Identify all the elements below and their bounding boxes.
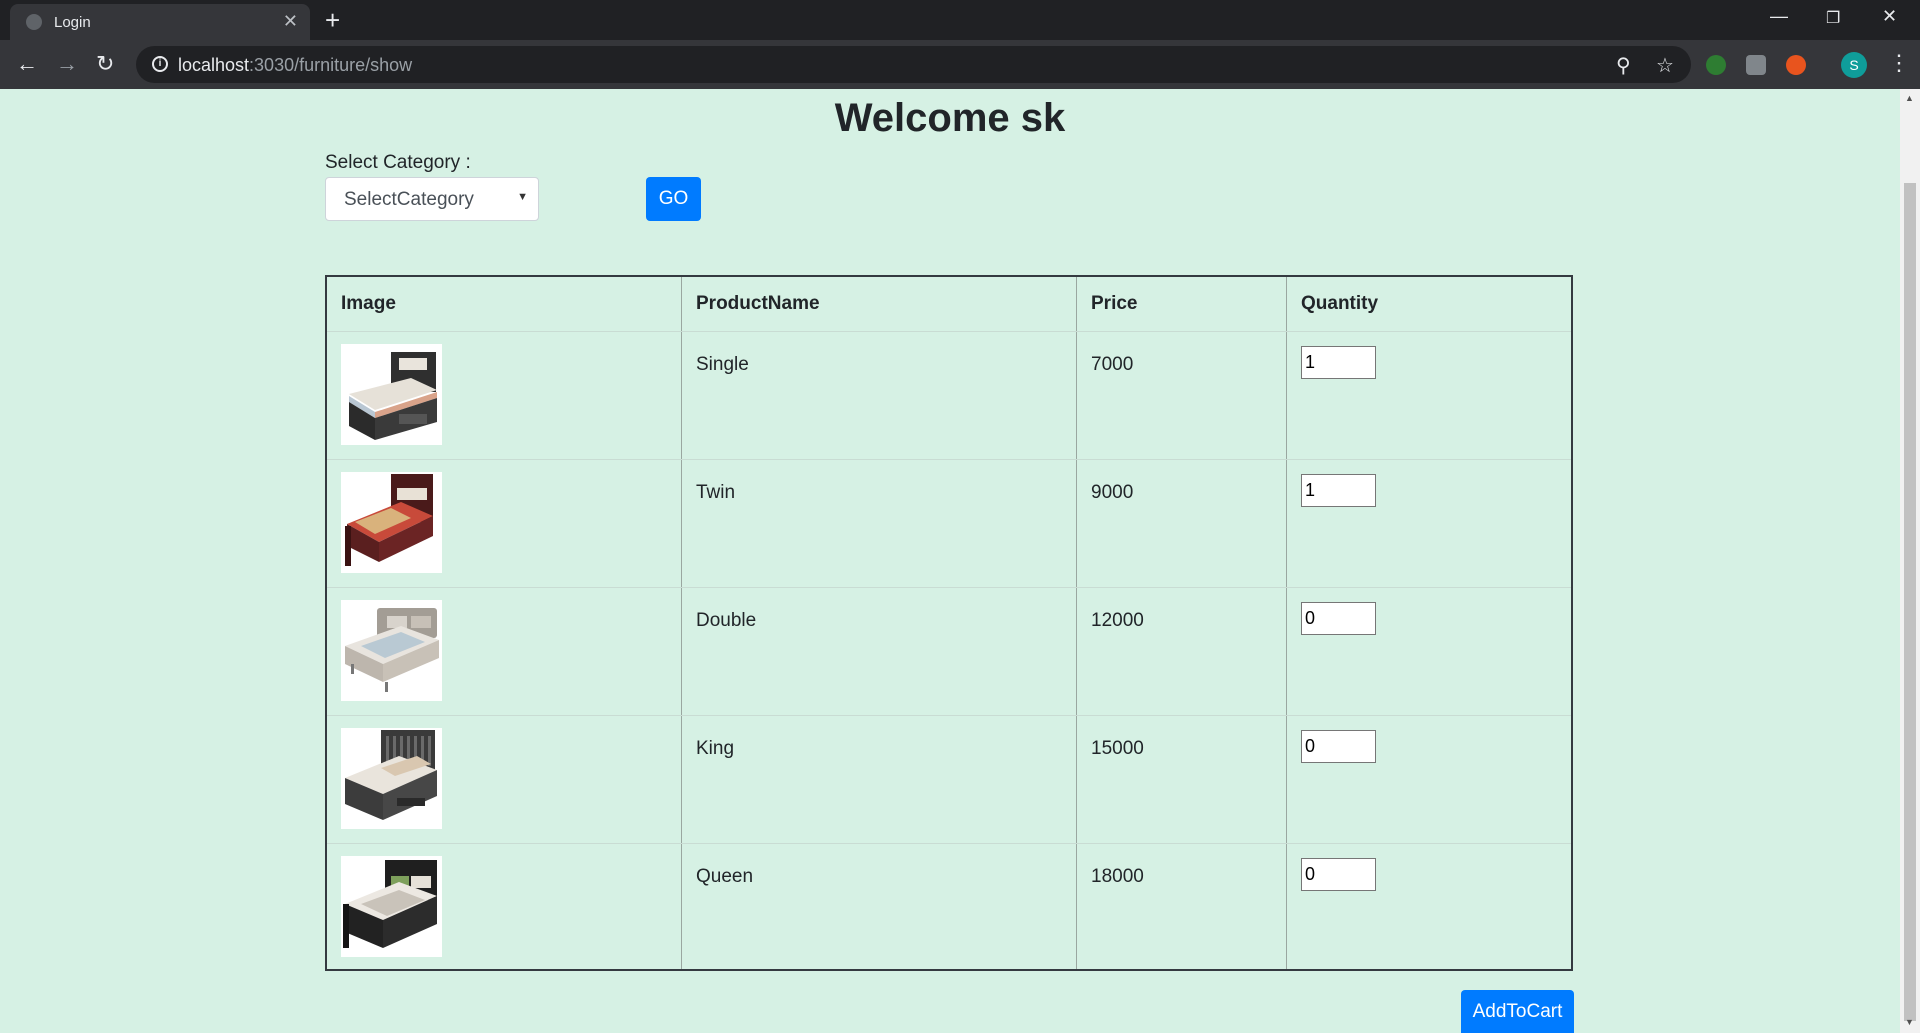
scroll-up-icon[interactable]: ▲: [1905, 93, 1914, 103]
shield-extension-icon[interactable]: [1706, 55, 1726, 75]
product-name: Twin: [696, 482, 736, 503]
dropdown-caret-icon: ▼: [517, 191, 528, 203]
table-row: Double 12000: [327, 587, 1571, 715]
scroll-thumb[interactable]: [1904, 183, 1916, 1021]
category-label: Select Category :: [325, 152, 471, 173]
close-window-icon[interactable]: ✕: [1882, 6, 1897, 27]
globe-icon: [26, 14, 42, 30]
king-bed-icon: [341, 728, 442, 829]
url-text: localhost:3030/furniture/show: [178, 55, 413, 75]
product-price: 12000: [1091, 610, 1144, 631]
product-price: 15000: [1091, 738, 1144, 759]
twin-bed-icon: [341, 472, 442, 573]
page-title: Welcome sk: [834, 96, 1066, 140]
minimize-icon[interactable]: —: [1770, 6, 1788, 27]
quantity-input[interactable]: [1301, 858, 1376, 891]
header-quantity: Quantity: [1301, 293, 1379, 314]
bookmark-star-icon[interactable]: ☆: [1656, 53, 1674, 78]
quantity-input[interactable]: [1301, 474, 1376, 507]
queen-bed-icon: [341, 856, 442, 957]
single-bed-icon: [341, 344, 442, 445]
back-icon[interactable]: ←: [16, 52, 38, 76]
double-bed-icon: [341, 600, 442, 701]
product-table: Image ProductName Price Quantity Single …: [325, 275, 1573, 971]
product-name: Double: [696, 610, 757, 631]
header-product-name: ProductName: [696, 293, 820, 314]
quantity-input[interactable]: [1301, 602, 1376, 635]
table-row: Single 7000: [327, 331, 1571, 459]
reload-icon[interactable]: ↻: [96, 52, 114, 76]
site-info-icon[interactable]: i: [152, 56, 168, 72]
profile-avatar[interactable]: S: [1841, 52, 1867, 78]
product-name: Queen: [696, 866, 754, 887]
category-select[interactable]: SelectCategory ▼: [325, 177, 539, 221]
table-row: King 15000: [327, 715, 1571, 843]
go-button[interactable]: GO: [646, 177, 701, 221]
browser-tab-bar: Login ✕ + — ❐ ✕: [0, 0, 1920, 40]
quantity-input[interactable]: [1301, 346, 1376, 379]
add-to-cart-button[interactable]: AddToCart: [1461, 990, 1574, 1033]
restore-icon[interactable]: ❐: [1826, 8, 1840, 28]
quantity-input[interactable]: [1301, 730, 1376, 763]
close-tab-icon[interactable]: ✕: [283, 11, 298, 32]
page-scrollbar[interactable]: ▲ ▼: [1900, 89, 1920, 1033]
product-price: 9000: [1091, 482, 1134, 503]
new-tab-icon[interactable]: +: [325, 5, 340, 36]
zoom-icon[interactable]: ⚲: [1616, 53, 1631, 78]
scroll-down-icon[interactable]: ▼: [1905, 1017, 1914, 1027]
table-row: Queen 18000: [327, 843, 1571, 969]
table-row: Twin 9000: [327, 459, 1571, 587]
table-header-row: Image ProductName Price Quantity: [327, 277, 1571, 331]
product-price: 18000: [1091, 866, 1144, 887]
browser-menu-icon[interactable]: ⋮: [1888, 50, 1910, 76]
header-image: Image: [341, 293, 396, 314]
forward-icon[interactable]: →: [56, 52, 78, 76]
category-select-value: SelectCategory: [344, 189, 474, 210]
product-name: King: [696, 738, 735, 759]
address-bar[interactable]: i localhost:3030/furniture/show ⚲ ☆: [136, 46, 1691, 83]
avg-extension-icon[interactable]: [1746, 55, 1766, 75]
header-price: Price: [1091, 293, 1138, 314]
infinity-extension-icon[interactable]: [1786, 55, 1806, 75]
product-name: Single: [696, 354, 749, 375]
tab-title: Login: [54, 14, 91, 31]
browser-toolbar: ← → ↻ i localhost:3030/furniture/show ⚲ …: [0, 40, 1920, 89]
browser-tab[interactable]: Login ✕: [10, 4, 310, 40]
product-price: 7000: [1091, 354, 1134, 375]
